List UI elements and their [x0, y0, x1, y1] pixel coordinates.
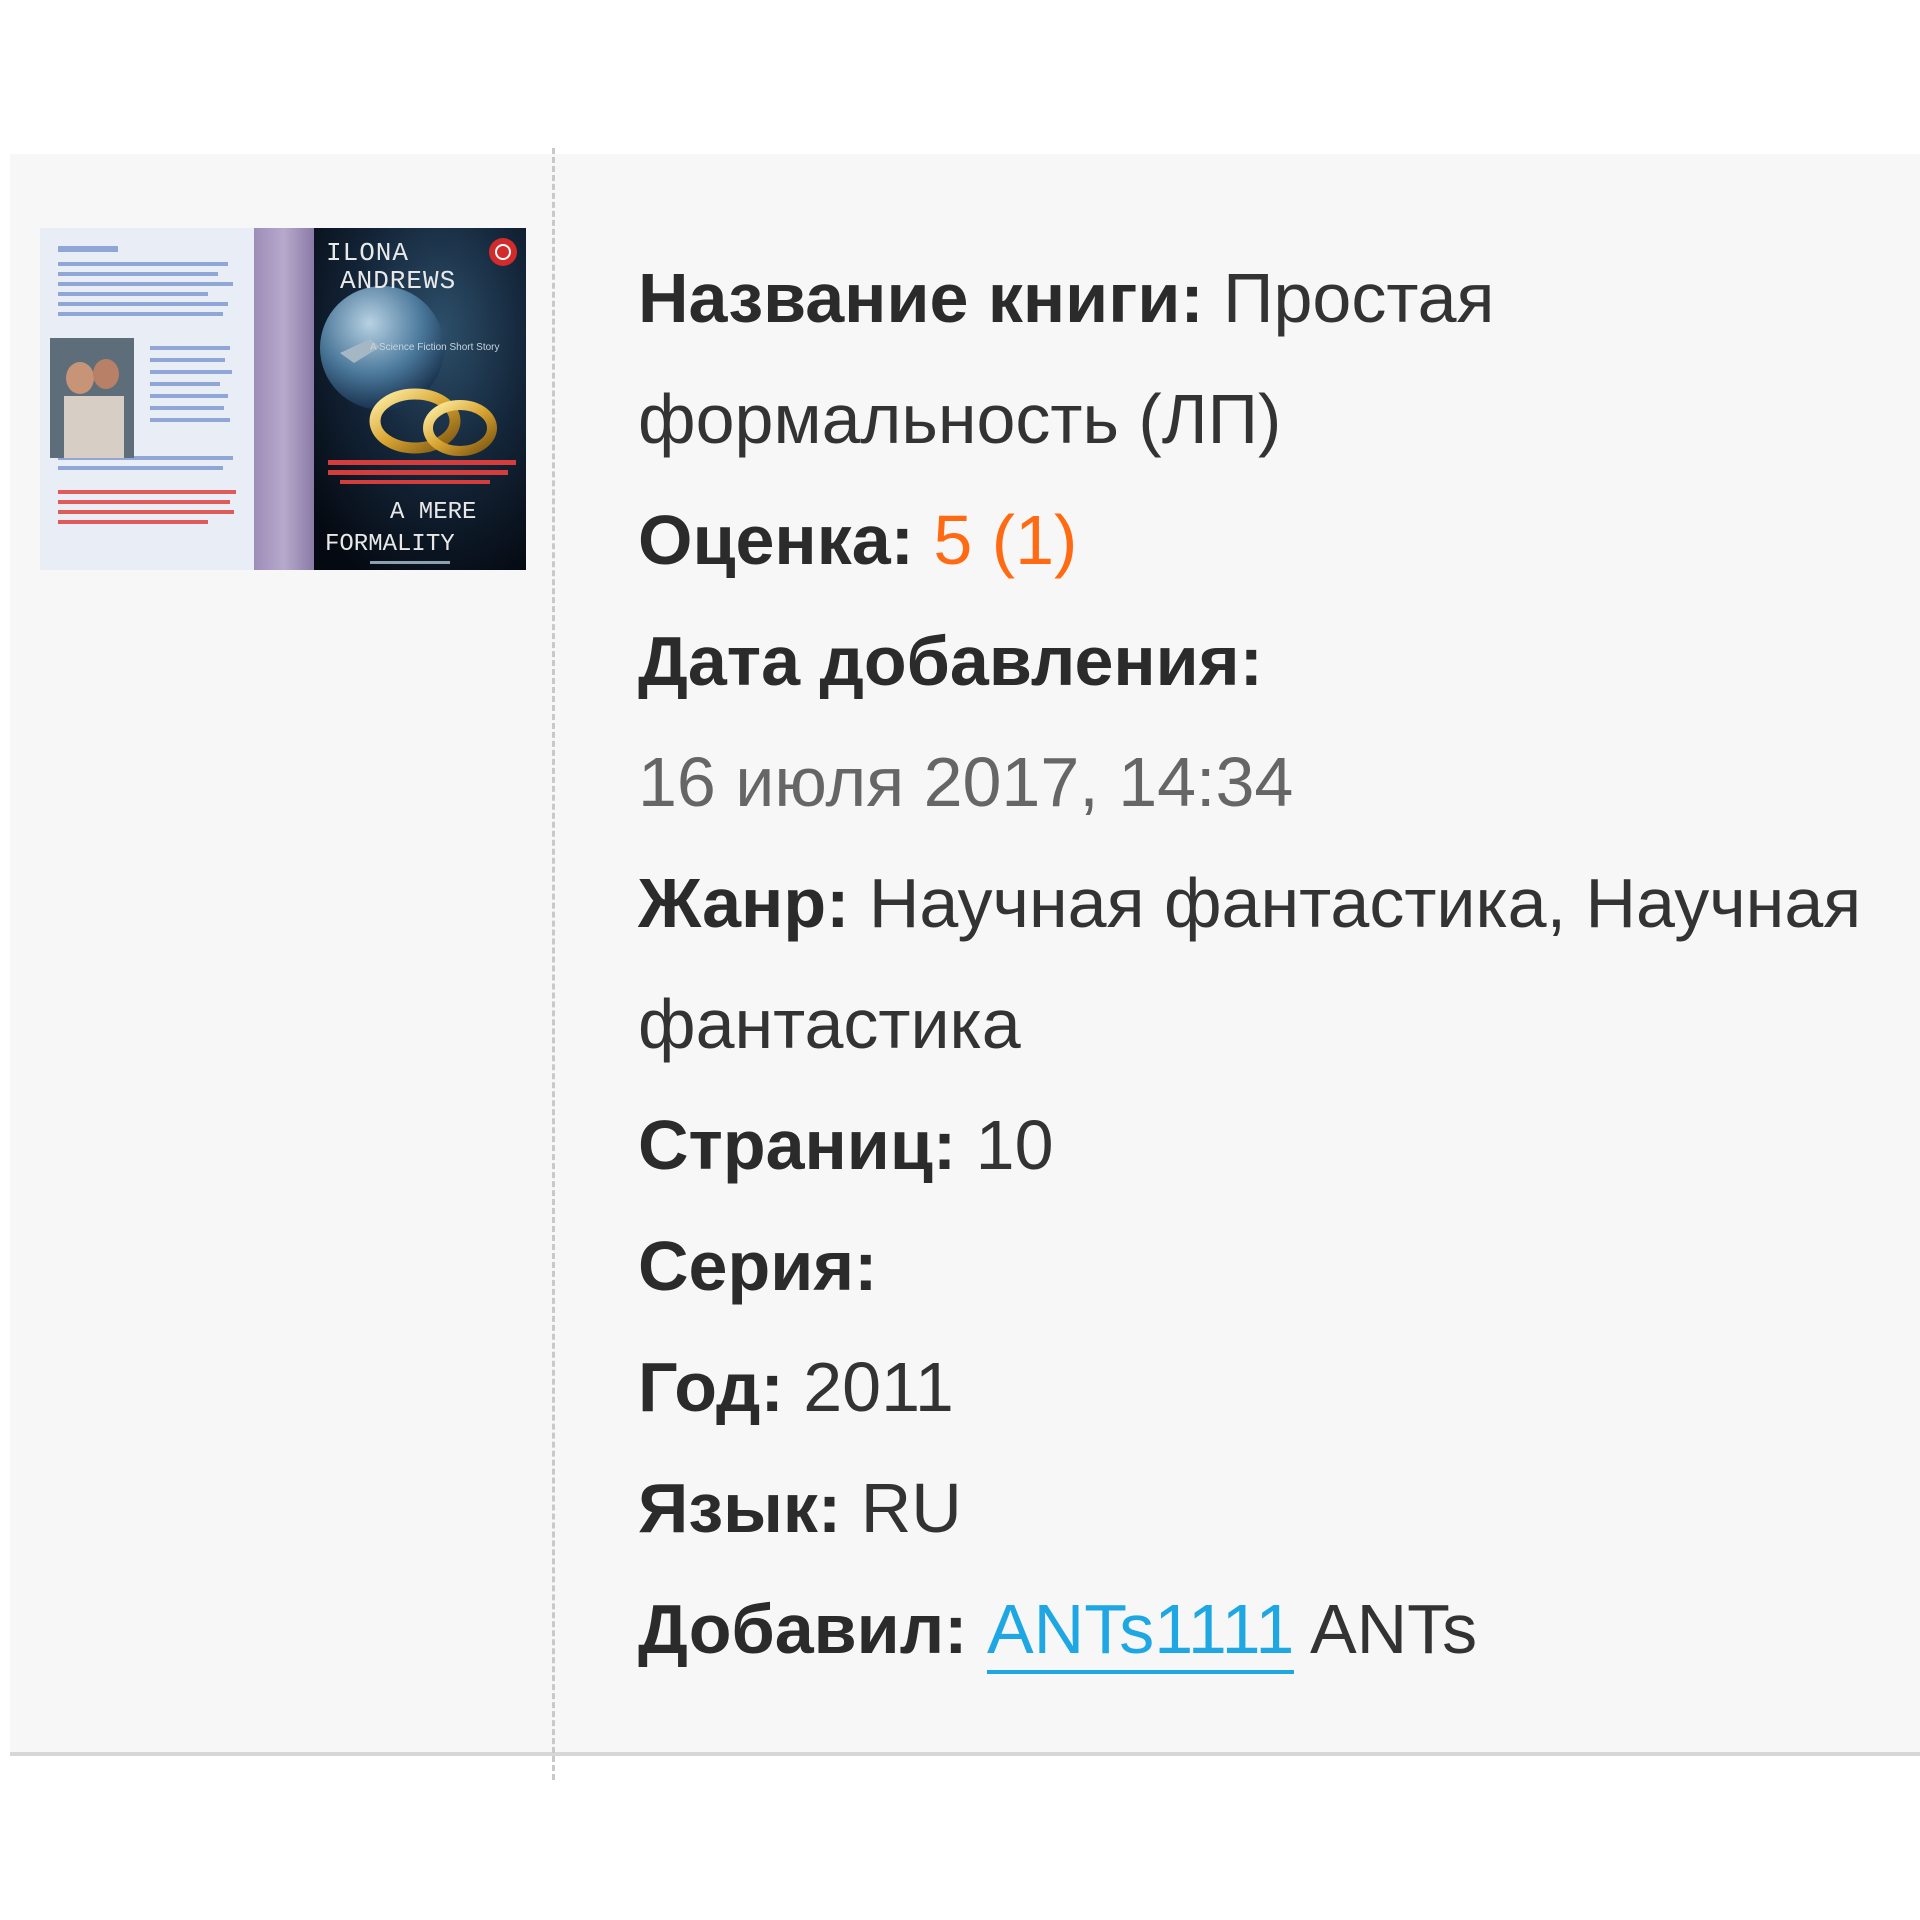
pages-label: Страниц:	[638, 1106, 957, 1184]
book-info-card: ILONA ANDREWS A Science Fiction Short St…	[10, 148, 1920, 1780]
pages-value: 10	[975, 1106, 1054, 1184]
date-added-row: Дата добавления:	[638, 601, 1868, 722]
added-by-name: ANTs	[1309, 1590, 1478, 1668]
book-details: Название книги: Простая формальность (ЛП…	[638, 238, 1868, 1690]
book-cover-image: ILONA ANDREWS A Science Fiction Short St…	[40, 228, 526, 570]
year-row: Год: 2011	[638, 1327, 1868, 1448]
added-by-label: Добавил:	[638, 1590, 968, 1668]
year-value: 2011	[803, 1348, 954, 1426]
language-value: RU	[860, 1469, 962, 1547]
cover-author-top: ILONA	[326, 238, 409, 268]
cover-subtitle: A Science Fiction Short Story	[370, 342, 500, 353]
date-added-value-row: 16 июля 2017, 14:34	[638, 722, 1868, 843]
cover-author-bottom: ANDREWS	[340, 266, 456, 296]
book-title-row: Название книги: Простая формальность (ЛП…	[638, 238, 1868, 480]
series-row: Серия:	[638, 1206, 1868, 1327]
cover-title-top: A MERE	[390, 499, 476, 526]
pages-row: Страниц: 10	[638, 1085, 1868, 1206]
date-added-value: 16 июля 2017, 14:34	[638, 743, 1294, 821]
year-label: Год:	[638, 1348, 784, 1426]
genre-label: Жанр:	[638, 864, 850, 942]
cover-title-bottom: FORMALITY	[325, 531, 455, 558]
rating-label: Оценка:	[638, 501, 914, 579]
card-top-strip	[10, 154, 1920, 176]
column-divider	[552, 148, 555, 1780]
language-row: Язык: RU	[638, 1448, 1868, 1569]
added-by-user-link[interactable]: ANTs1111	[986, 1590, 1295, 1674]
date-added-label: Дата добавления:	[638, 622, 1263, 700]
rating-value[interactable]: 5 (1)	[933, 501, 1077, 579]
book-cover[interactable]: ILONA ANDREWS A Science Fiction Short St…	[40, 228, 526, 570]
book-title-label: Название книги:	[638, 259, 1204, 337]
language-label: Язык:	[638, 1469, 842, 1547]
series-label: Серия:	[638, 1227, 878, 1305]
rating-row: Оценка: 5 (1)	[638, 480, 1868, 601]
added-by-row: Добавил: ANTs1111 ANTs	[638, 1569, 1868, 1690]
genre-row: Жанр: Научная фантастика, Научная фантас…	[638, 843, 1868, 1085]
